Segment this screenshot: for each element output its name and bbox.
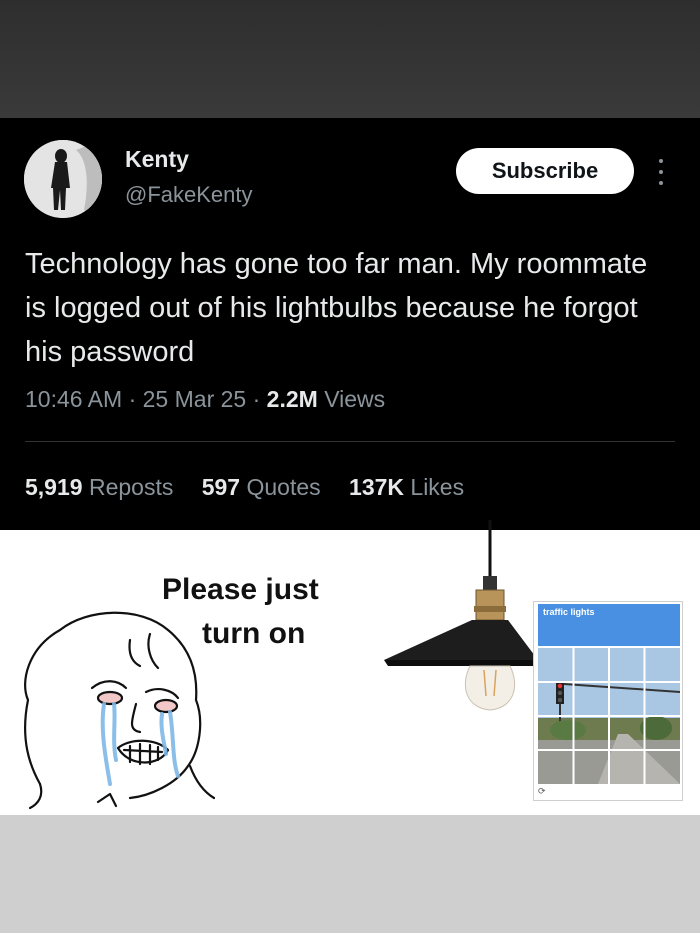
meta-separator: · <box>252 386 261 412</box>
reposts-stat[interactable]: 5,919 Reposts <box>25 474 180 500</box>
author-handle[interactable]: @FakeKenty <box>125 182 253 208</box>
likes-label: Likes <box>410 474 465 500</box>
quotes-label: Quotes <box>246 474 321 500</box>
avatar[interactable] <box>24 140 102 218</box>
subscribe-button[interactable]: Subscribe <box>456 148 634 194</box>
captcha-header: traffic lights <box>538 604 680 646</box>
captcha-widget: traffic lights ⟳ <box>533 601 683 801</box>
reposts-count: 5,919 <box>25 474 83 500</box>
meme-caption: Please just turn on <box>162 568 392 656</box>
captcha-title: traffic lights <box>543 607 595 617</box>
divider <box>25 441 675 442</box>
engagement-stats: 5,919 Reposts 597 Quotes 137K Likes <box>25 474 486 501</box>
meme-caption-line-2: turn on <box>202 617 306 650</box>
likes-stat[interactable]: 137K Likes <box>349 474 464 500</box>
bottom-background-band <box>0 815 700 933</box>
meta-separator: · <box>128 386 137 412</box>
pendant-lamp-illustration <box>384 520 538 711</box>
captcha-traffic-photo-grid <box>538 648 680 784</box>
tweet-date[interactable]: 25 Mar 25 <box>143 386 247 412</box>
top-background-band <box>0 0 700 118</box>
quotes-count: 597 <box>201 474 241 500</box>
meme-caption-line-1: Please just <box>162 573 319 606</box>
reposts-label: Reposts <box>88 474 174 500</box>
meme-image[interactable]: Please just turn on traffic lights ⟳ <box>0 520 700 815</box>
author-name[interactable]: Kenty <box>125 146 189 173</box>
tweet-text: Technology has gone too far man. My room… <box>25 248 648 368</box>
tweet-card: Kenty @FakeKenty Subscribe Technology ha… <box>0 118 700 530</box>
quotes-stat[interactable]: 597 Quotes <box>202 474 327 500</box>
likes-count: 137K <box>349 474 405 500</box>
views-count: 2.2M <box>266 386 318 412</box>
more-vertical-icon[interactable] <box>650 156 672 188</box>
views-label: Views <box>324 386 386 412</box>
refresh-icon[interactable]: ⟳ <box>538 786 546 797</box>
tweet-time[interactable]: 10:46 AM <box>25 386 122 412</box>
tweet-meta: 10:46 AM · 25 Mar 25 · 2.2M Views <box>25 386 385 413</box>
